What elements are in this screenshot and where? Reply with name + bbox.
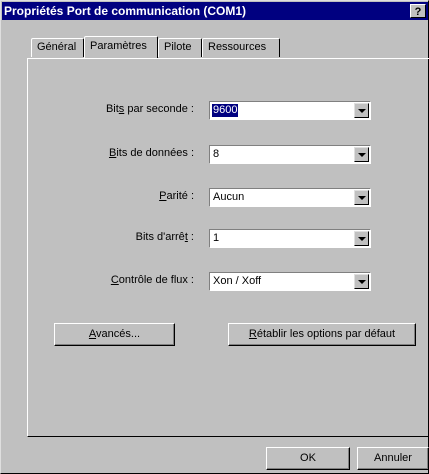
tab-label: Ressources <box>208 41 267 53</box>
dialog-window: Propriétés Port de communication (COM1) … <box>0 0 429 474</box>
chevron-down-icon[interactable] <box>354 231 369 246</box>
settings-panel: Bits par seconde : 9600 Bits de données … <box>27 58 429 437</box>
data-bits-value: 8 <box>213 148 220 160</box>
data-bits-select[interactable]: 8 <box>209 145 371 164</box>
tab-label: Général <box>37 41 77 53</box>
help-button[interactable]: ? <box>410 4 426 18</box>
flow-control-select[interactable]: Xon / Xoff <box>209 272 371 291</box>
flow-control-label: Contrôle de flux : <box>110 274 194 286</box>
parity-value: Aucun <box>213 191 245 203</box>
advanced-button[interactable]: Avancés... <box>54 323 175 346</box>
stop-bits-select[interactable]: 1 <box>209 229 371 248</box>
tab-label: Paramètres <box>90 40 147 52</box>
parity-label: Parité : <box>159 190 194 202</box>
stop-bits-value: 1 <box>213 232 220 244</box>
restore-defaults-button[interactable]: Rétablir les options par défaut <box>228 323 416 346</box>
parity-select[interactable]: Aucun <box>209 188 371 207</box>
window-title: Propriétés Port de communication (COM1) <box>4 4 247 18</box>
tab-driver[interactable]: Pilote <box>158 38 202 57</box>
bits-per-second-label: Bits par seconde : <box>105 103 194 115</box>
data-bits-label: Bits de données : <box>108 147 194 159</box>
chevron-down-icon[interactable] <box>354 147 369 162</box>
chevron-down-icon[interactable] <box>354 274 369 289</box>
title-bar[interactable]: Propriétés Port de communication (COM1) … <box>2 2 428 20</box>
tab-parameters[interactable]: Paramètres <box>84 36 158 58</box>
tab-resources[interactable]: Ressources <box>202 38 280 57</box>
flow-control-value: Xon / Xoff <box>213 275 262 287</box>
tab-label: Pilote <box>164 41 192 53</box>
tab-general[interactable]: Général <box>31 38 84 57</box>
cancel-button[interactable]: Annuler <box>357 447 429 470</box>
chevron-down-icon[interactable] <box>354 190 369 205</box>
bits-per-second-select[interactable]: 9600 <box>209 101 371 120</box>
chevron-down-icon[interactable] <box>354 103 369 118</box>
stop-bits-label: Bits d'arrêt : <box>135 231 194 243</box>
ok-button[interactable]: OK <box>266 447 350 470</box>
bits-per-second-value: 9600 <box>212 104 239 117</box>
